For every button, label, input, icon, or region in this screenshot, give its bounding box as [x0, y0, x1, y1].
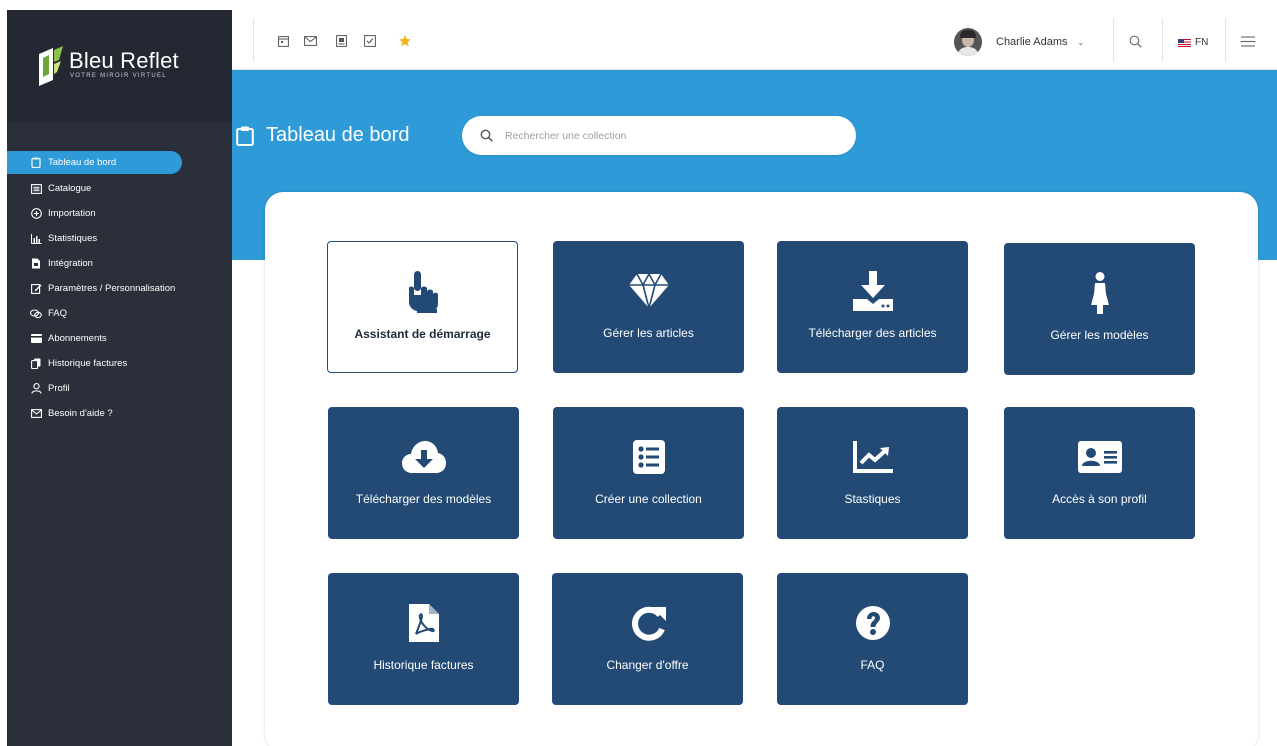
topbar: Charlie Adams ⌄ FN [232, 10, 1277, 70]
tile-creer-collection[interactable]: Créer une collection [553, 407, 744, 539]
tile-label: Télécharger des articles [808, 326, 937, 340]
tile-historique-factures[interactable]: Historique factures [328, 573, 519, 705]
tile-label: Accès à son profil [1052, 492, 1147, 506]
menu-icon[interactable] [1241, 34, 1255, 48]
sidebar-item-label: FAQ [48, 308, 68, 319]
sidebar-item-tableau-de-bord[interactable]: Tableau de bord [7, 151, 182, 174]
mail-icon[interactable] [303, 34, 317, 48]
topbar-divider [253, 18, 254, 62]
tile-label: Assistant de démarrage [354, 327, 491, 341]
user-icon [30, 383, 42, 395]
tile-label: Télécharger des modèles [355, 492, 492, 506]
sidebar-item-catalogue[interactable]: Catalogue [7, 176, 232, 201]
female-figure-icon [1078, 271, 1122, 315]
download-tray-icon [851, 269, 895, 313]
tile-label: Historique factures [373, 658, 474, 672]
brand-logo-icon [39, 46, 63, 86]
sidebar-item-faq[interactable]: FAQ [7, 301, 232, 326]
sidebar-item-label: Catalogue [48, 183, 92, 194]
clipboard-icon [236, 126, 254, 146]
sidebar-item-profil[interactable]: Profil [7, 376, 232, 401]
checkbox-icon[interactable] [363, 34, 377, 48]
sidebar-item-besoin-aide[interactable]: Besoin d'aide ? [7, 401, 232, 426]
list-icon [627, 435, 671, 479]
diamond-icon [627, 269, 671, 313]
sidebar-item-label: Historique factures [48, 358, 128, 369]
tile-stastiques[interactable]: Stastiques [777, 407, 968, 539]
language-selector[interactable]: FN [1178, 37, 1208, 48]
tile-changer-offre[interactable]: Changer d'offre [552, 573, 743, 705]
sidebar-item-label: Statistiques [48, 233, 98, 244]
sidebar-item-historique-factures[interactable]: Historique factures [7, 351, 232, 376]
sidebar-item-abonnements[interactable]: Abonnements [7, 326, 232, 351]
page-title: Tableau de bord [236, 124, 409, 147]
id-card-icon [1077, 435, 1122, 479]
credit-card-icon [30, 333, 42, 345]
page-title-text: Tableau de bord [266, 124, 410, 146]
sidebar-item-label: Besoin d'aide ? [48, 408, 113, 419]
tile-assistant-demarrage[interactable]: Assistant de démarrage [327, 241, 518, 373]
star-icon[interactable] [398, 34, 412, 48]
tile-faq[interactable]: FAQ [777, 573, 968, 705]
chat-icon [30, 308, 42, 320]
refresh-icon [626, 601, 670, 645]
tile-acces-profil[interactable]: Accès à son profil [1004, 407, 1195, 539]
calendar-icon[interactable] [276, 34, 290, 48]
brand[interactable]: Bleu Reflet VOTRE MIROIR VIRTUEL [7, 10, 232, 122]
user-menu[interactable]: Charlie Adams ⌄ [954, 27, 1084, 57]
sidebar-item-integration[interactable]: Intégration [7, 251, 232, 276]
sidebar-nav: Tableau de bord Catalogue Importation St… [7, 151, 232, 426]
tile-label: Changer d'offre [606, 658, 689, 672]
tile-label: Stastiques [844, 492, 901, 506]
bar-chart-icon [30, 233, 42, 245]
topbar-divider [1162, 18, 1163, 62]
search-input[interactable] [505, 129, 825, 142]
cloud-download-icon [401, 435, 446, 479]
trend-chart-icon [851, 435, 895, 479]
clipboard-icon [30, 157, 42, 169]
sidebar-item-label: Intégration [48, 258, 93, 269]
pointing-hand-icon [401, 270, 445, 314]
sidebar-item-statistiques[interactable]: Statistiques [7, 226, 232, 251]
topbar-divider [1225, 18, 1226, 62]
sidebar-item-label: Profil [48, 383, 70, 394]
tile-label: Créer une collection [595, 492, 702, 506]
app-root: Bleu Reflet VOTRE MIROIR VIRTUEL Tableau… [0, 0, 1277, 746]
sidebar-item-label: Importation [48, 208, 96, 219]
avatar [954, 28, 982, 56]
catalog-icon [30, 183, 42, 195]
import-icon [30, 208, 42, 220]
contact-icon[interactable] [334, 34, 348, 48]
search-icon[interactable] [1128, 34, 1142, 48]
tile-label: Gérer les modèles [1050, 328, 1149, 342]
tile-telecharger-modeles[interactable]: Télécharger des modèles [328, 407, 519, 539]
mail-icon [30, 408, 42, 420]
language-label: FN [1195, 37, 1209, 48]
document-icon [30, 258, 42, 270]
copy-icon [30, 358, 42, 370]
tile-gerer-modeles[interactable]: Gérer les modèles [1004, 243, 1195, 375]
flag-icon [1178, 38, 1191, 47]
search-icon [480, 129, 493, 142]
sidebar-item-label: Paramètres / Personnalisation [48, 283, 176, 294]
user-name: Charlie Adams [996, 36, 1068, 48]
tile-telecharger-articles[interactable]: Télécharger des articles [777, 241, 968, 373]
question-circle-icon [851, 601, 895, 645]
sidebar-item-label: Tableau de bord [48, 157, 117, 168]
tile-gerer-articles[interactable]: Gérer les articles [553, 241, 744, 373]
tile-label: Gérer les articles [603, 326, 694, 340]
sidebar-item-parametres[interactable]: Paramètres / Personnalisation [7, 276, 232, 301]
collection-search[interactable] [462, 116, 856, 155]
pdf-file-icon [402, 601, 446, 645]
brand-name: Bleu Reflet [69, 48, 179, 73]
sidebar-item-importation[interactable]: Importation [7, 201, 232, 226]
sidebar-item-label: Abonnements [48, 333, 107, 344]
brand-tagline: VOTRE MIROIR VIRTUEL [70, 73, 167, 79]
sidebar: Bleu Reflet VOTRE MIROIR VIRTUEL Tableau… [7, 10, 232, 746]
dashboard-panel: Assistant de démarrage Gérer les article… [265, 192, 1258, 746]
topbar-divider [1113, 18, 1114, 62]
tile-label: FAQ [860, 658, 885, 672]
edit-icon [30, 283, 42, 295]
chevron-down-icon: ⌄ [1077, 37, 1085, 47]
